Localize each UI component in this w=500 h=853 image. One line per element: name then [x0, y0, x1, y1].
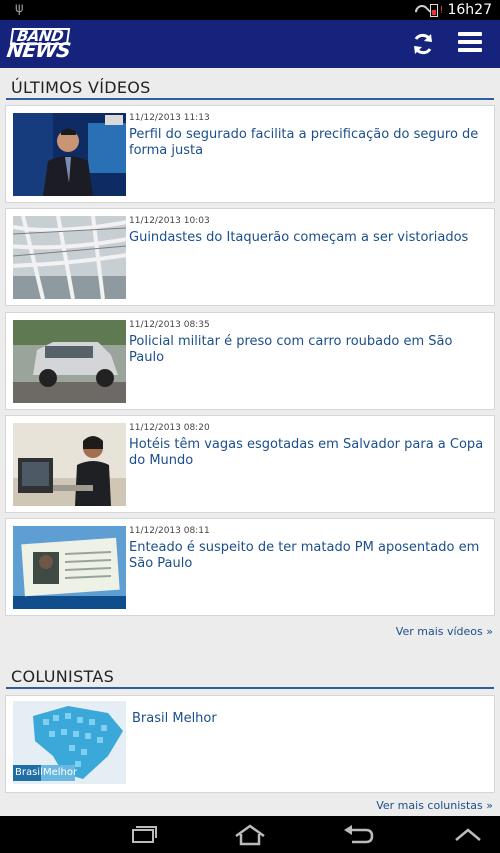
- video-thumbnail: [13, 423, 126, 506]
- columnist-card[interactable]: Brasil Melhor Brasil Melhor: [5, 695, 495, 793]
- video-date: 11/12/2013 10:03: [129, 216, 210, 226]
- videos-section-title: ÚLTIMOS VÍDEOS: [11, 78, 151, 97]
- navigation-bar: [0, 816, 500, 853]
- video-title[interactable]: Enteado é suspeito de ter matado PM apos…: [129, 540, 491, 572]
- logo-news-text: NEWS: [5, 38, 72, 62]
- back-icon: [344, 825, 374, 844]
- more-columnists-link[interactable]: Ver mais colunistas »: [376, 799, 493, 812]
- columnist-title[interactable]: Brasil Melhor: [132, 711, 217, 726]
- columnists-section-title: COLUNISTAS: [11, 667, 115, 686]
- video-title[interactable]: Policial militar é preso com carro rouba…: [129, 334, 491, 366]
- video-title[interactable]: Hotéis têm vagas esgotadas em Salvador p…: [129, 437, 491, 469]
- thumb-label-brasil: Brasil: [15, 767, 43, 778]
- app-bar: BAND NEWS: [0, 20, 500, 68]
- video-title[interactable]: Perfil do segurado facilita a precificaç…: [129, 127, 491, 159]
- video-title[interactable]: Guindastes do Itaquerão começam a ser vi…: [129, 230, 491, 246]
- battery-icon: [430, 3, 439, 17]
- video-date: 11/12/2013 08:11: [129, 526, 210, 536]
- more-videos-link[interactable]: Ver mais vídeos »: [396, 625, 493, 638]
- video-thumbnail: [13, 526, 126, 609]
- refresh-icon: [414, 33, 432, 55]
- up-icon: [455, 828, 481, 841]
- status-indicators: ! 16h27: [414, 0, 492, 20]
- battery-warning-icon: !: [439, 4, 444, 16]
- video-date: 11/12/2013 08:35: [129, 320, 210, 330]
- status-time: 16h27: [447, 2, 492, 18]
- wifi-icon: [414, 4, 426, 16]
- menu-button[interactable]: [458, 32, 482, 56]
- video-thumbnail: [13, 113, 126, 196]
- columnists-section-divider: [6, 687, 494, 689]
- refresh-button[interactable]: [410, 31, 436, 57]
- status-bar: ψ ! 16h27: [0, 0, 500, 20]
- menu-icon: [458, 32, 482, 52]
- video-thumbnail: [13, 320, 126, 403]
- videos-section-divider: [6, 98, 494, 100]
- video-card[interactable]: 11/12/2013 11:13 Perfil do segurado faci…: [5, 105, 495, 203]
- home-icon: [235, 824, 265, 846]
- back-button[interactable]: [340, 822, 376, 848]
- bandnews-logo[interactable]: BAND NEWS: [5, 27, 91, 62]
- menu-up-button[interactable]: [450, 822, 486, 848]
- home-button[interactable]: [232, 822, 268, 848]
- usb-icon: ψ: [15, 1, 24, 16]
- video-card[interactable]: 11/12/2013 08:35 Policial militar é pres…: [5, 312, 495, 410]
- recent-apps-icon: [132, 826, 157, 843]
- video-card[interactable]: 11/12/2013 08:20 Hotéis têm vagas esgota…: [5, 415, 495, 513]
- video-card[interactable]: 11/12/2013 10:03 Guindastes do Itaquerão…: [5, 208, 495, 306]
- video-thumbnail: [13, 216, 126, 299]
- recent-apps-button[interactable]: [124, 822, 160, 848]
- video-date: 11/12/2013 11:13: [129, 113, 210, 123]
- columnist-thumbnail: Brasil Melhor: [13, 701, 126, 784]
- thumb-label-melhor: Melhor: [43, 767, 78, 778]
- video-card[interactable]: 11/12/2013 08:11 Enteado é suspeito de t…: [5, 518, 495, 616]
- video-date: 11/12/2013 08:20: [129, 423, 210, 433]
